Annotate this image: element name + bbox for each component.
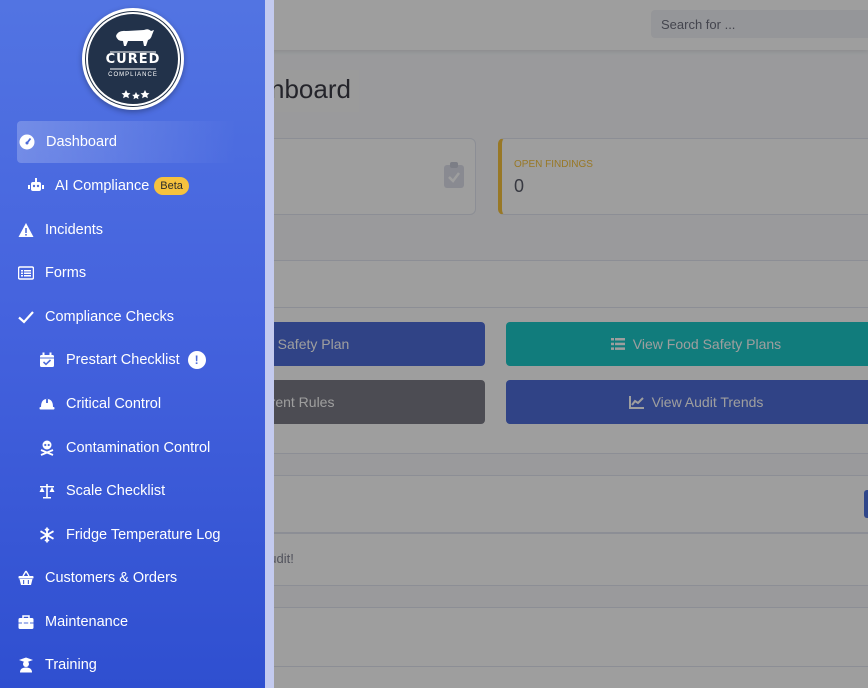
sidebar-item-label: Contamination Control: [66, 440, 211, 456]
sidebar-item-label: Maintenance: [45, 614, 129, 630]
calendar-check-icon: [38, 351, 56, 369]
logo-subtitle: COMPLIANCE: [108, 72, 158, 78]
sidebar-item-label: AI Compliance: [55, 178, 150, 194]
sidebar-item-critical-control[interactable]: Critical Control: [0, 386, 265, 422]
user-graduate-icon: [17, 656, 35, 674]
beta-badge: Beta: [154, 177, 189, 195]
skull-crossbones-icon: [38, 439, 56, 457]
sidebar-item-customers-orders[interactable]: Customers & Orders: [0, 560, 265, 596]
tachometer-icon: [18, 133, 36, 151]
sidebar-item-fridge-temperature-log[interactable]: Fridge Temperature Log: [0, 517, 265, 553]
sidebar-item-prestart-checklist[interactable]: Prestart Checklist !: [0, 342, 265, 378]
sidebar-item-training[interactable]: Training: [0, 647, 265, 683]
sidebar-item-label: Prestart Checklist: [66, 352, 180, 368]
sidebar-item-compliance-checks[interactable]: Compliance Checks: [0, 299, 265, 335]
sidebar: CURED COMPLIANCE Dashboard AI Compliance…: [0, 0, 265, 688]
brand-logo[interactable]: CURED COMPLIANCE: [82, 8, 184, 110]
sidebar-item-label: Incidents: [45, 222, 104, 238]
logo-title: CURED: [105, 52, 161, 67]
sidebar-item-label: Compliance Checks: [45, 309, 174, 325]
sidebar-item-maintenance[interactable]: Maintenance: [0, 604, 265, 640]
sidebar-item-ai-compliance[interactable]: AI Compliance Beta: [0, 168, 265, 204]
sidebar-item-label: Training: [45, 657, 97, 673]
sidebar-item-label: Dashboard: [46, 134, 117, 150]
alert-icon: !: [187, 351, 206, 369]
snowflake-icon: [38, 526, 56, 544]
shopping-basket-icon: [17, 569, 35, 587]
hard-hat-icon: [38, 395, 56, 413]
sidebar-item-scale-checklist[interactable]: Scale Checklist: [0, 473, 265, 509]
sidebar-item-forms[interactable]: Forms: [0, 255, 265, 291]
balance-scale-icon: [38, 482, 56, 500]
logo-badge: CURED COMPLIANCE: [85, 11, 181, 107]
list-alt-icon: [17, 264, 35, 282]
sidebar-item-incidents[interactable]: Incidents: [0, 212, 265, 248]
sidebar-item-label: Customers & Orders: [45, 570, 178, 586]
check-icon: [17, 308, 35, 326]
sidebar-item-label: Scale Checklist: [66, 483, 166, 499]
robot-icon: [27, 177, 45, 195]
sidebar-item-contamination-control[interactable]: Contamination Control: [0, 430, 265, 466]
sidebar-item-label: Forms: [45, 265, 87, 281]
sidebar-edge: [265, 0, 274, 688]
warning-icon: [17, 221, 35, 239]
sidebar-item-label: Critical Control: [66, 396, 162, 412]
sidebar-item-label: Fridge Temperature Log: [66, 527, 221, 543]
toolbox-icon: [17, 613, 35, 631]
sidebar-item-dashboard[interactable]: Dashboard: [17, 121, 237, 163]
